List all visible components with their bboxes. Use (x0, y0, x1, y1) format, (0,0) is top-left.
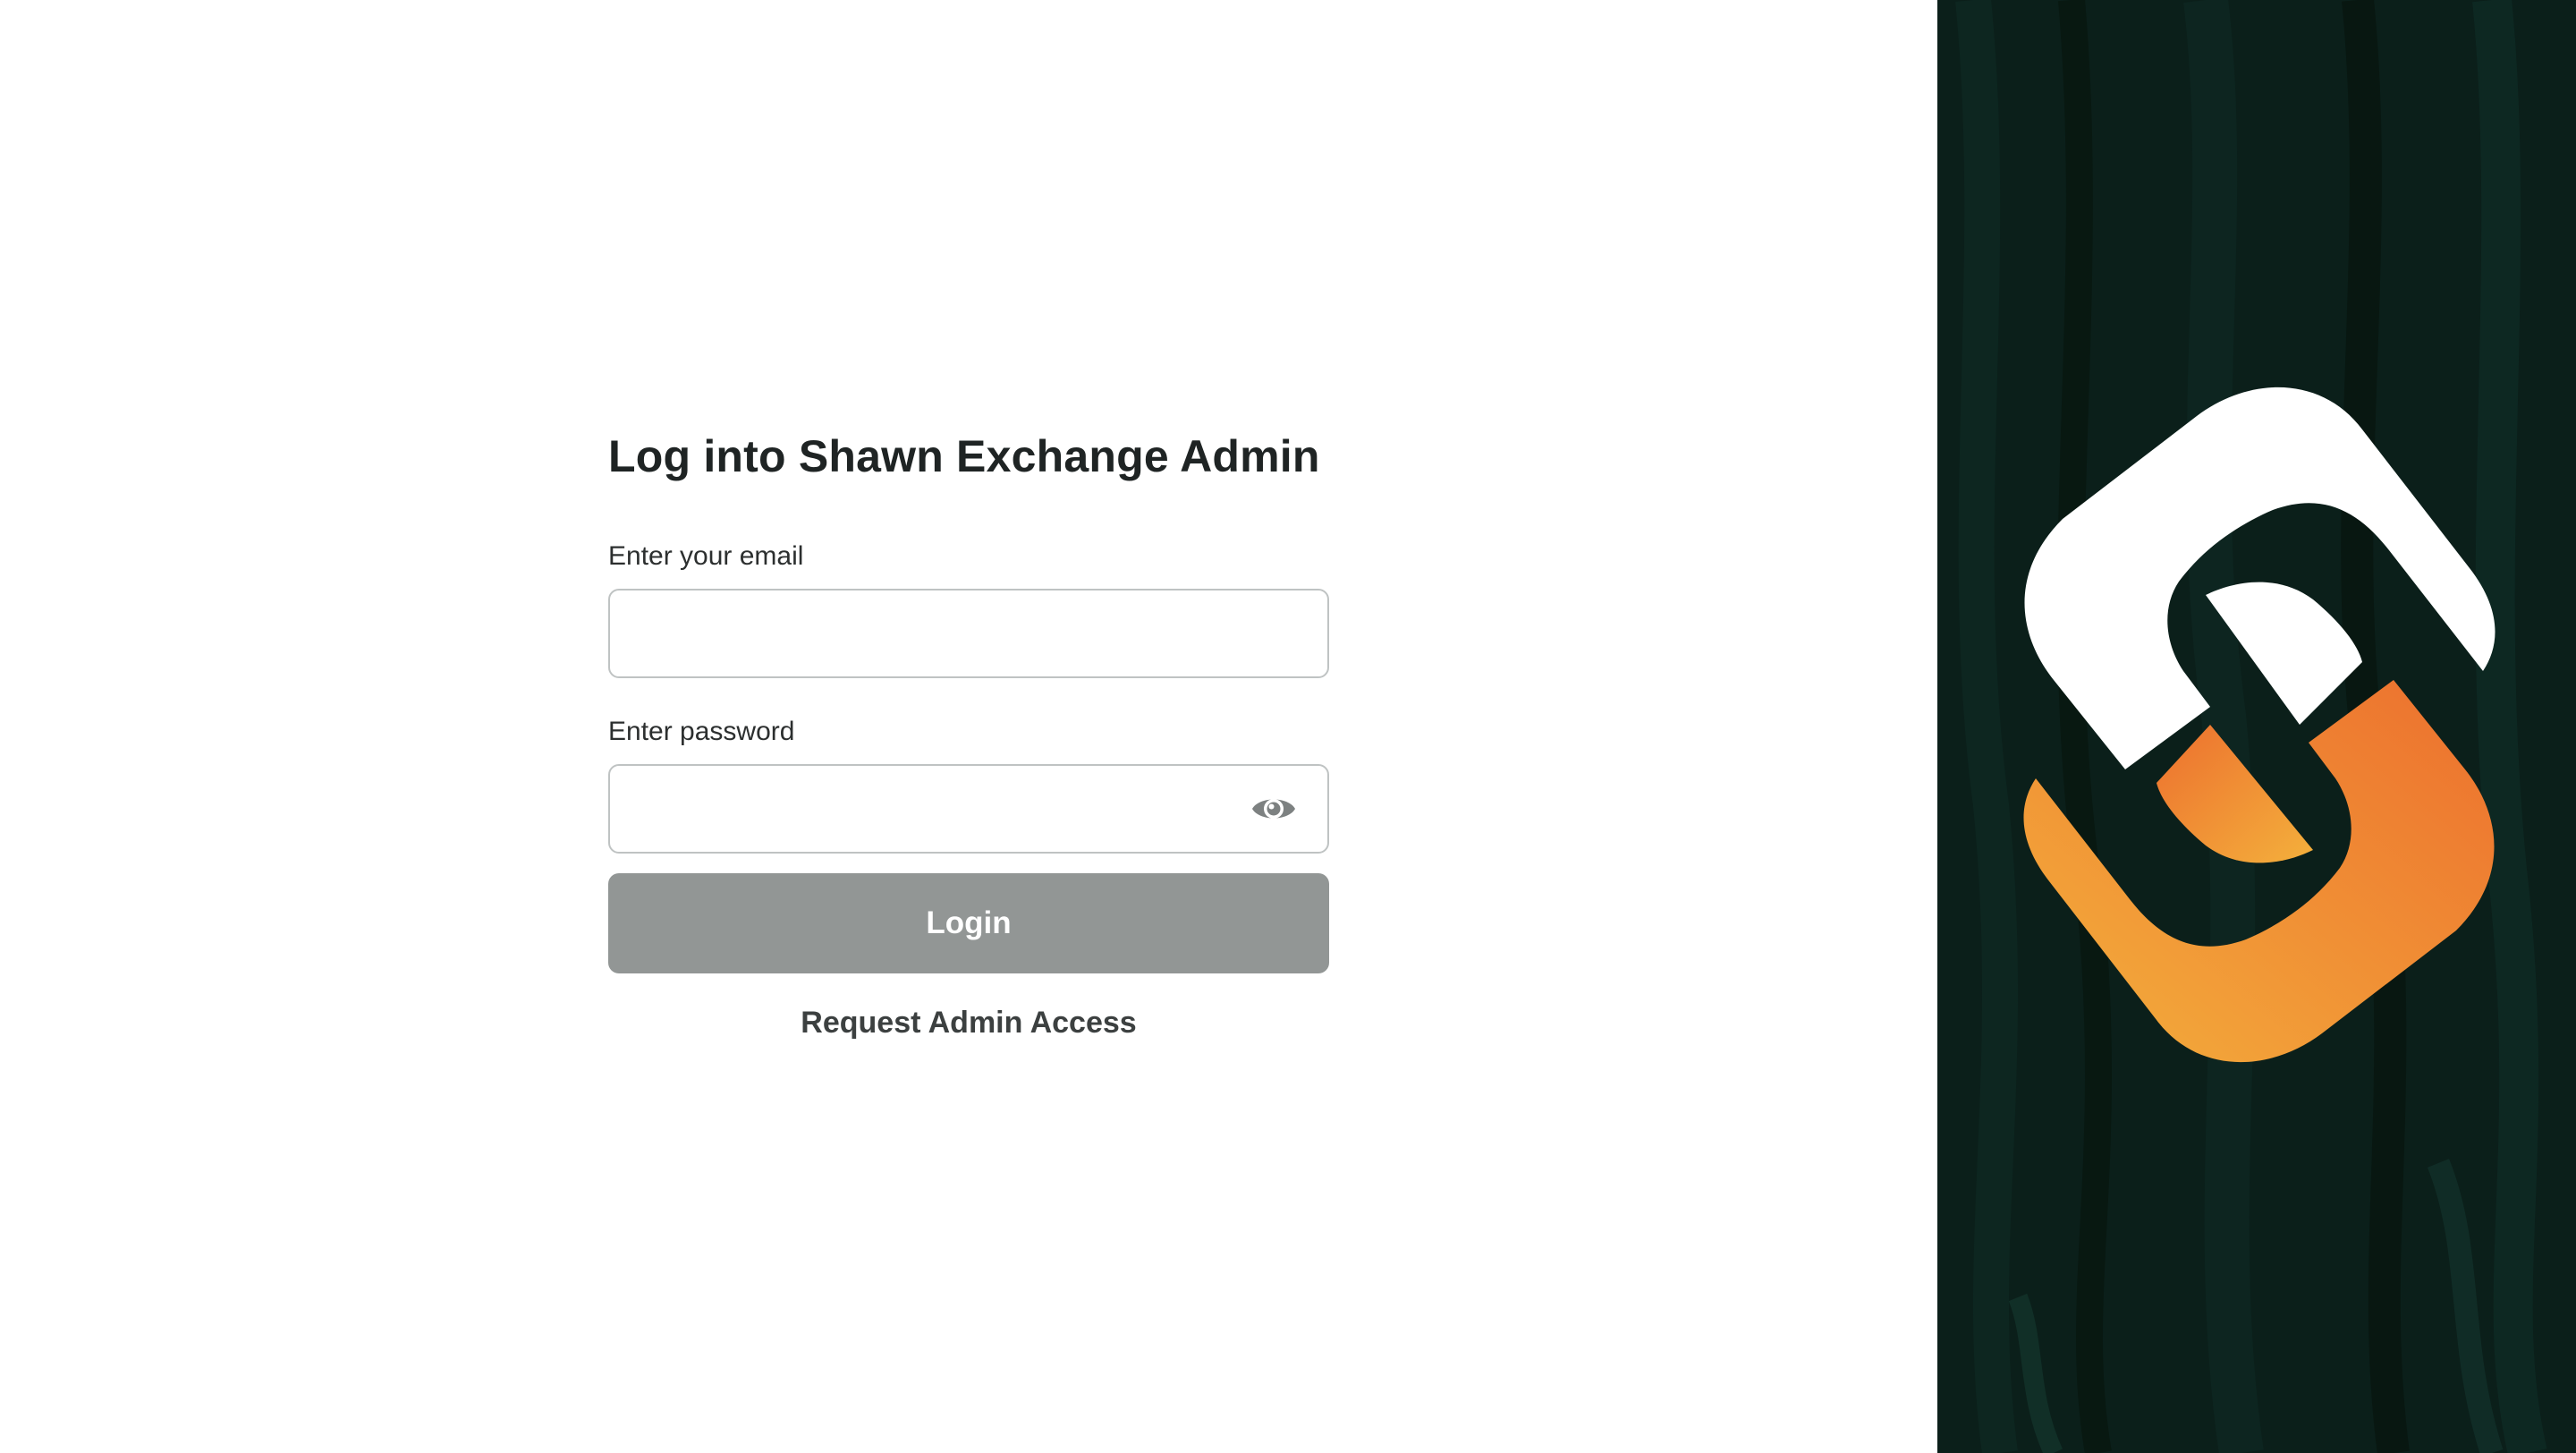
password-field[interactable] (610, 766, 1327, 852)
login-panel: Log into Shawn Exchange Admin Enter your… (0, 0, 1937, 1453)
textured-background (1937, 0, 2576, 1453)
page-title: Log into Shawn Exchange Admin (608, 431, 1320, 481)
eye-icon[interactable] (1250, 793, 1297, 825)
login-page: Log into Shawn Exchange Admin Enter your… (0, 0, 2576, 1453)
login-form: Log into Shawn Exchange Admin Enter your… (608, 429, 1329, 1041)
brand-panel (1937, 0, 2576, 1453)
email-label: Enter your email (608, 541, 804, 571)
password-field-wrapper (608, 764, 1329, 854)
password-label: Enter password (608, 717, 795, 746)
login-button[interactable]: Login (608, 873, 1329, 973)
email-field[interactable] (610, 591, 1327, 676)
email-field-wrapper (608, 589, 1329, 678)
request-admin-access-link[interactable]: Request Admin Access (608, 1006, 1329, 1041)
